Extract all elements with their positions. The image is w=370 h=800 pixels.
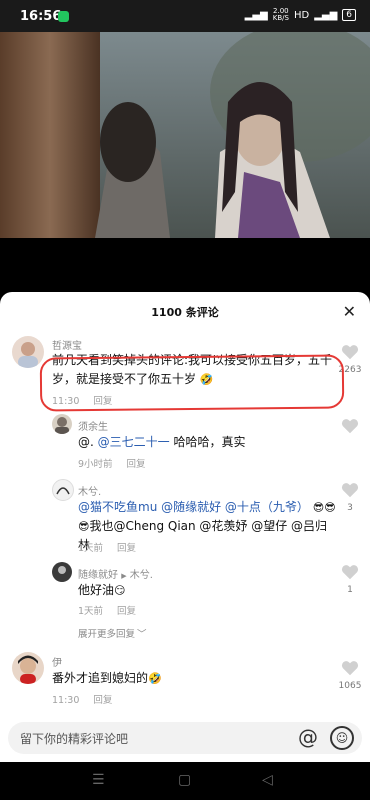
comment-meta: 11:30 回复 — [52, 692, 126, 706]
app-notification-icon — [58, 11, 69, 22]
comment-time: 9小时前 — [78, 459, 113, 470]
heart-icon — [341, 345, 359, 360]
heart-icon — [341, 565, 359, 580]
like-count: 3 — [347, 503, 353, 513]
comment-username[interactable]: 木兮. — [78, 483, 101, 498]
reply-button[interactable]: 回复 — [93, 695, 112, 706]
comment-meta: 1天前 回复 — [78, 540, 150, 554]
status-icons: ▂▄▆ 2.00 KB/S HD ▂▄▆ 6 — [245, 8, 356, 22]
home-icon[interactable]: ▢ — [178, 772, 191, 788]
clock: 16:56 — [20, 9, 62, 24]
emoji-icon: 😏 — [114, 584, 126, 597]
comment-meta: 9小时前 回复 — [78, 456, 160, 470]
avatar[interactable] — [52, 562, 72, 582]
chevron-down-icon: ﹀ — [137, 629, 147, 640]
like-button[interactable] — [336, 418, 364, 438]
avatar[interactable] — [12, 336, 44, 368]
mention-link[interactable]: @猫不吃鱼mu @随缘就好 @十点（九爷） — [78, 500, 309, 514]
like-button[interactable]: 1065 — [336, 660, 364, 691]
mention-link[interactable]: @三七二十一 — [98, 435, 170, 449]
comment-time: 11:30 — [52, 695, 80, 706]
system-nav-bar: ☰ ▢ ◁ — [0, 762, 370, 800]
comment-time: 1天前 — [78, 543, 104, 554]
network-speed: 2.00 KB/S — [272, 7, 289, 22]
avatar[interactable] — [12, 652, 44, 684]
heart-icon — [341, 483, 359, 498]
comment-input-placeholder: 留下你的精彩评论吧 — [20, 732, 129, 746]
like-button[interactable]: 1 — [336, 564, 364, 595]
comment-username[interactable]: 须余生 — [78, 418, 108, 433]
comment-username[interactable]: 伊 — [52, 654, 62, 669]
signal-bars-icon: ▂▄▆ — [314, 9, 338, 21]
like-count: 1 — [347, 585, 353, 595]
video-player[interactable] — [0, 32, 370, 238]
reply-button[interactable]: 回复 — [117, 543, 136, 554]
signal-icon: ▂▄▆ — [244, 9, 268, 21]
reply-arrow-icon: ▶ — [121, 572, 127, 580]
reply-button[interactable]: 回复 — [127, 459, 146, 470]
comment-text: 他好油😏 — [78, 583, 126, 597]
comment-username[interactable]: 哲源宝 — [52, 337, 82, 352]
comment-input[interactable]: 留下你的精彩评论吧 @ ☺ — [8, 722, 362, 754]
expand-replies-button[interactable]: 展开更多回复 ﹀ — [78, 626, 161, 640]
comment-time: 1天前 — [78, 606, 104, 617]
emoji-icon: 😎 — [78, 520, 90, 533]
comment-text: @. @三七二十一 哈哈哈，真实 — [78, 435, 246, 449]
menu-icon[interactable]: ☰ — [92, 772, 105, 788]
mention-button[interactable]: @ — [298, 725, 318, 749]
close-icon[interactable]: ✕ — [343, 302, 356, 321]
status-bar: 16:56 ▂▄▆ 2.00 KB/S HD ▂▄▆ 6 — [0, 0, 370, 32]
laughing-emoji-icon: 🤣 — [148, 672, 162, 685]
reply-button[interactable]: 回复 — [117, 606, 136, 617]
like-count: 1065 — [338, 681, 362, 691]
battery-icon: 6 — [342, 9, 356, 21]
comment-username[interactable]: 随缘就好 ▶ 木兮. — [78, 566, 153, 581]
video-area-background — [0, 238, 370, 294]
back-icon[interactable]: ◁ — [262, 772, 273, 788]
network-type: HD — [293, 9, 310, 21]
emoji-icon[interactable]: ☺ — [330, 726, 354, 750]
emoji-icon: 😎😎 — [312, 501, 336, 514]
comment-count-title: 1100 条评论 — [151, 306, 219, 319]
comment-meta: 1天前 回复 — [78, 603, 150, 617]
avatar[interactable] — [52, 414, 72, 434]
avatar[interactable] — [52, 479, 74, 501]
like-button[interactable]: 3 — [336, 482, 364, 513]
red-highlight-annotation — [39, 354, 345, 412]
comment-text: 番外才追到媳妇的🤣 — [52, 671, 162, 685]
heart-icon — [341, 419, 359, 434]
heart-icon — [341, 661, 359, 676]
